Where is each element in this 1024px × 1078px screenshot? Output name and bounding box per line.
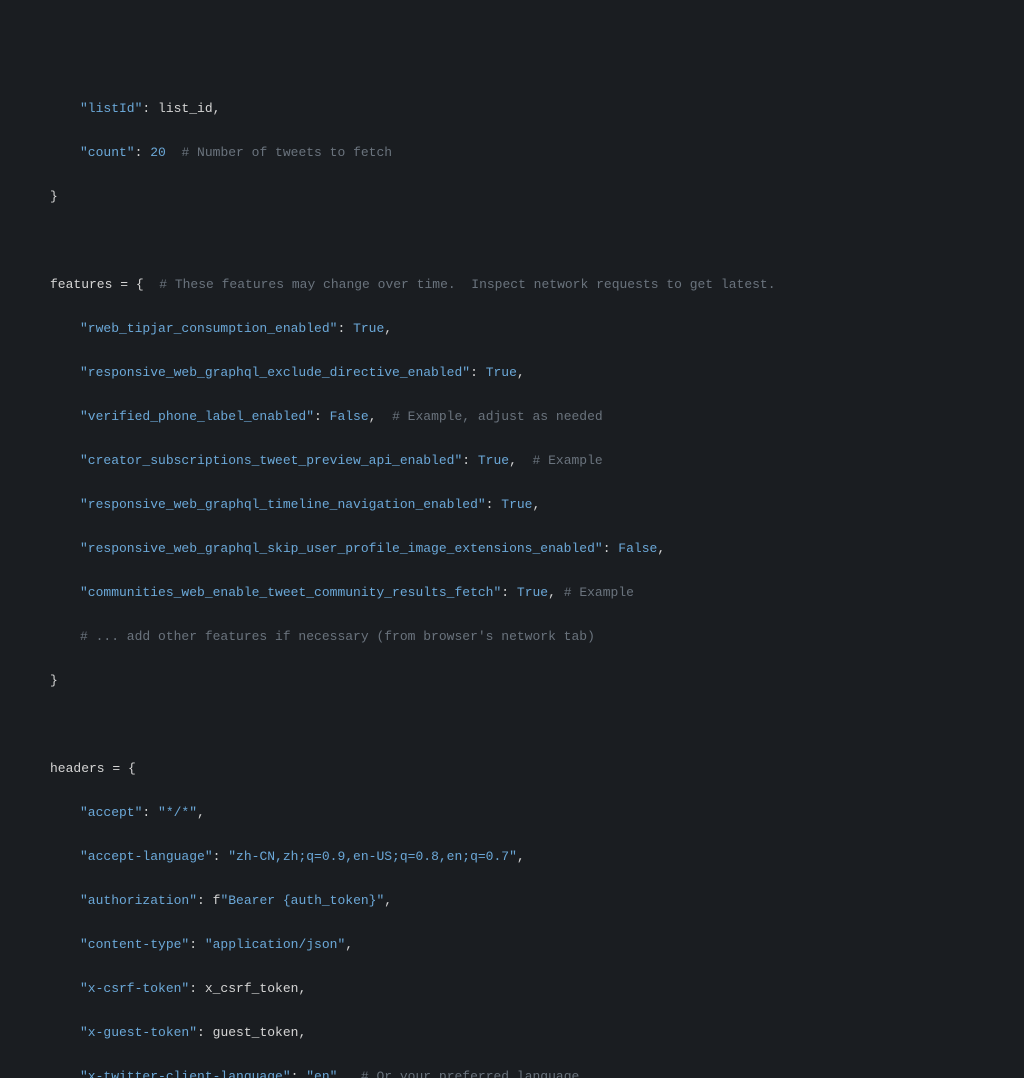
- dict-key: "communities_web_enable_tweet_community_…: [80, 585, 501, 600]
- code-line: "accept-language": "zh-CN,zh;q=0.9,en-US…: [0, 846, 1024, 868]
- dict-value: False: [330, 409, 369, 424]
- comment: # These features may change over time. I…: [159, 277, 775, 292]
- dict-key: "count": [80, 145, 135, 160]
- dict-key: "listId": [80, 101, 142, 116]
- blank-line: [0, 230, 1024, 252]
- dict-value: True: [353, 321, 384, 336]
- comment: # Example, adjust as needed: [392, 409, 603, 424]
- dict-key: "responsive_web_graphql_exclude_directiv…: [80, 365, 470, 380]
- dict-value: 20: [150, 145, 166, 160]
- code-line: # ... add other features if necessary (f…: [0, 626, 1024, 648]
- assignment: headers = {: [50, 761, 136, 776]
- dict-key: "x-csrf-token": [80, 981, 189, 996]
- dict-value: True: [501, 497, 532, 512]
- close-brace: }: [50, 189, 58, 204]
- code-line: "count": 20 # Number of tweets to fetch: [0, 142, 1024, 164]
- code-line: "content-type": "application/json",: [0, 934, 1024, 956]
- fstring-prefix: f: [213, 893, 221, 908]
- comment: # Or your preferred language: [361, 1069, 579, 1078]
- code-line: "x-twitter-client-language": "en", # Or …: [0, 1066, 1024, 1078]
- code-line: "authorization": f"Bearer {auth_token}",: [0, 890, 1024, 912]
- dict-key: "accept-language": [80, 849, 213, 864]
- close-brace: }: [50, 673, 58, 688]
- comment: # Example: [533, 453, 603, 468]
- comment: # ... add other features if necessary (f…: [80, 629, 595, 644]
- dict-value: "application/json": [205, 937, 345, 952]
- dict-key: "responsive_web_graphql_skip_user_profil…: [80, 541, 603, 556]
- dict-value: True: [517, 585, 548, 600]
- assignment: features = {: [50, 277, 159, 292]
- code-line: "accept": "*/*",: [0, 802, 1024, 824]
- blank-line: [0, 714, 1024, 736]
- code-line: "verified_phone_label_enabled": False, #…: [0, 406, 1024, 428]
- code-line: "responsive_web_graphql_skip_user_profil…: [0, 538, 1024, 560]
- code-line: "communities_web_enable_tweet_community_…: [0, 582, 1024, 604]
- code-line: }: [0, 670, 1024, 692]
- dict-key: "responsive_web_graphql_timeline_navigat…: [80, 497, 486, 512]
- comma: ,: [213, 101, 221, 116]
- dict-key: "x-twitter-client-language": [80, 1069, 291, 1078]
- dict-key: "authorization": [80, 893, 197, 908]
- code-line: "responsive_web_graphql_timeline_navigat…: [0, 494, 1024, 516]
- separator: :: [135, 145, 151, 160]
- dict-value: guest_token: [213, 1025, 299, 1040]
- dict-value: "Bearer {auth_token}": [220, 893, 384, 908]
- dict-key: "accept": [80, 805, 142, 820]
- code-line: }: [0, 186, 1024, 208]
- code-line: headers = {: [0, 758, 1024, 780]
- code-line: "x-csrf-token": x_csrf_token,: [0, 978, 1024, 1000]
- code-line: "responsive_web_graphql_exclude_directiv…: [0, 362, 1024, 384]
- dict-value: False: [618, 541, 657, 556]
- dict-key: "creator_subscriptions_tweet_preview_api…: [80, 453, 462, 468]
- dict-key: "rweb_tipjar_consumption_enabled": [80, 321, 337, 336]
- dict-key: "content-type": [80, 937, 189, 952]
- code-line: "rweb_tipjar_consumption_enabled": True,: [0, 318, 1024, 340]
- comment: # Example: [564, 585, 634, 600]
- code-line: "listId": list_id,: [0, 98, 1024, 120]
- dict-value: True: [478, 453, 509, 468]
- separator: :: [142, 101, 158, 116]
- code-line: features = { # These features may change…: [0, 274, 1024, 296]
- dict-value: x_csrf_token: [205, 981, 299, 996]
- code-line: "x-guest-token": guest_token,: [0, 1022, 1024, 1044]
- comment: # Number of tweets to fetch: [181, 145, 392, 160]
- dict-value: True: [486, 365, 517, 380]
- dict-key: "verified_phone_label_enabled": [80, 409, 314, 424]
- code-line: "creator_subscriptions_tweet_preview_api…: [0, 450, 1024, 472]
- dict-value: "*/*": [158, 805, 197, 820]
- dict-value: list_id: [158, 101, 213, 116]
- dict-value: "en": [306, 1069, 337, 1078]
- dict-key: "x-guest-token": [80, 1025, 197, 1040]
- dict-value: "zh-CN,zh;q=0.9,en-US;q=0.8,en;q=0.7": [228, 849, 517, 864]
